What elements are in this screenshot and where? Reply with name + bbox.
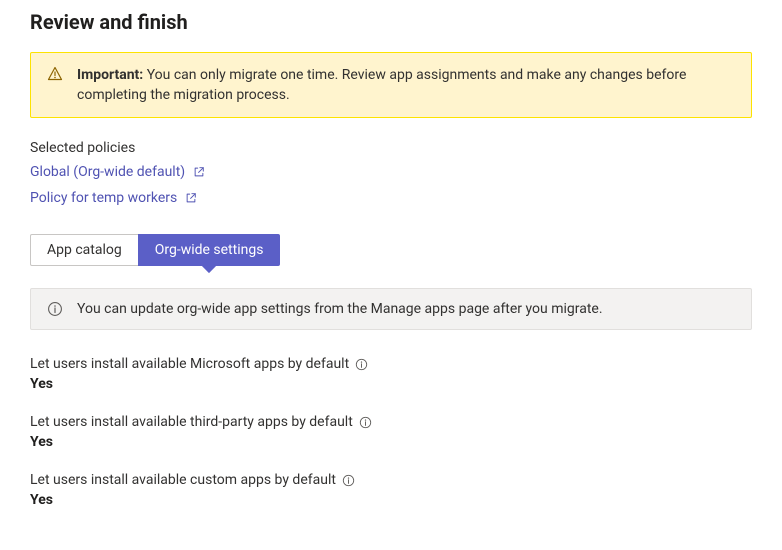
tab-app-catalog[interactable]: App catalog xyxy=(30,234,139,266)
open-in-new-icon[interactable] xyxy=(185,192,197,204)
alert-important-label: Important: xyxy=(77,67,143,83)
policy-link-temp-workers[interactable]: Policy for temp workers xyxy=(30,190,177,206)
warning-icon xyxy=(47,66,63,86)
setting-third-party-apps: Let users install available third-party … xyxy=(30,414,752,450)
info-icon xyxy=(47,301,63,317)
setting-label: Let users install available custom apps … xyxy=(30,472,336,488)
policy-link-row: Policy for temp workers xyxy=(30,190,752,206)
review-and-finish-page: Review and finish Important: You can onl… xyxy=(0,0,782,550)
important-alert: Important: You can only migrate one time… xyxy=(30,52,752,118)
info-bar: You can update org-wide app settings fro… xyxy=(30,288,752,330)
info-icon[interactable] xyxy=(342,474,355,487)
setting-microsoft-apps: Let users install available Microsoft ap… xyxy=(30,356,752,392)
info-icon[interactable] xyxy=(355,358,368,371)
setting-label: Let users install available Microsoft ap… xyxy=(30,356,349,372)
info-icon[interactable] xyxy=(359,416,372,429)
policy-link-row: Global (Org-wide default) xyxy=(30,164,752,180)
tab-org-wide-settings[interactable]: Org-wide settings xyxy=(138,234,281,266)
policy-link-global[interactable]: Global (Org-wide default) xyxy=(30,164,185,180)
setting-label: Let users install available third-party … xyxy=(30,414,353,430)
setting-value: Yes xyxy=(30,434,752,450)
alert-text: Important: You can only migrate one time… xyxy=(77,65,735,105)
setting-value: Yes xyxy=(30,376,752,392)
tab-bar: App catalog Org-wide settings xyxy=(30,234,752,266)
selected-policies-label: Selected policies xyxy=(30,140,752,156)
alert-message: You can only migrate one time. Review ap… xyxy=(77,67,686,103)
page-title: Review and finish xyxy=(30,10,752,34)
info-bar-text: You can update org-wide app settings fro… xyxy=(77,301,603,317)
setting-value: Yes xyxy=(30,492,752,508)
open-in-new-icon[interactable] xyxy=(193,166,205,178)
setting-custom-apps: Let users install available custom apps … xyxy=(30,472,752,508)
